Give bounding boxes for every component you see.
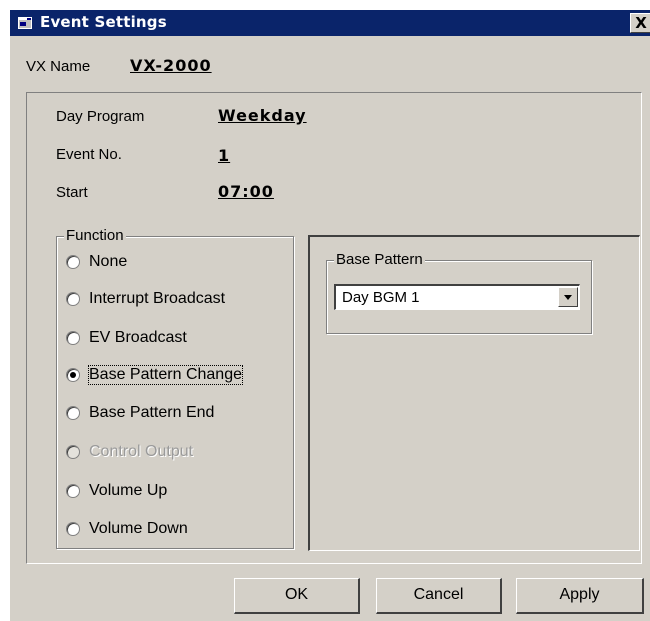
dropdown-button[interactable] bbox=[558, 287, 578, 307]
base-pattern-selected-value: Day BGM 1 bbox=[342, 289, 420, 306]
function-option[interactable]: Volume Down bbox=[66, 517, 188, 541]
function-option-label: Volume Down bbox=[89, 520, 188, 537]
function-option[interactable]: None bbox=[66, 250, 127, 274]
function-option-label: Interrupt Broadcast bbox=[89, 290, 226, 307]
function-option-label: EV Broadcast bbox=[89, 329, 187, 346]
event-no-value: 1 bbox=[218, 146, 231, 165]
day-program-value: Weekday bbox=[218, 106, 307, 125]
function-option[interactable]: Interrupt Broadcast bbox=[66, 287, 225, 311]
apply-button[interactable]: Apply bbox=[516, 578, 644, 614]
title-bar: Event Settings bbox=[10, 10, 650, 36]
window-title: Event Settings bbox=[40, 13, 167, 31]
function-option: Control Output bbox=[66, 440, 193, 464]
base-pattern-select[interactable]: Day BGM 1 bbox=[334, 284, 580, 310]
window-icon bbox=[18, 16, 32, 29]
radio-icon[interactable] bbox=[66, 406, 80, 420]
ok-button[interactable]: OK bbox=[234, 578, 360, 614]
function-option-label: Control Output bbox=[89, 443, 194, 460]
function-option-label: Volume Up bbox=[89, 482, 168, 499]
base-pattern-group-title: Base Pattern bbox=[334, 251, 425, 268]
event-no-label: Event No. bbox=[56, 146, 122, 163]
radio-icon[interactable] bbox=[66, 522, 80, 536]
function-option[interactable]: Base Pattern Change bbox=[66, 363, 243, 387]
radio-icon[interactable] bbox=[66, 255, 80, 269]
start-label: Start bbox=[56, 184, 88, 201]
start-value: 07:00 bbox=[218, 182, 274, 201]
radio-dot-icon bbox=[70, 372, 76, 378]
function-option-label: Base Pattern Change bbox=[88, 365, 243, 385]
radio-icon bbox=[66, 445, 80, 459]
function-option-label: Base Pattern End bbox=[89, 404, 215, 421]
radio-selected-icon[interactable] bbox=[66, 368, 80, 382]
close-button[interactable]: X bbox=[630, 13, 650, 33]
vx-name-value: VX-2000 bbox=[130, 56, 212, 75]
radio-icon[interactable] bbox=[66, 331, 80, 345]
function-option[interactable]: EV Broadcast bbox=[66, 326, 187, 350]
function-option[interactable]: Base Pattern End bbox=[66, 401, 214, 425]
function-option-label: None bbox=[89, 253, 128, 270]
function-group-title: Function bbox=[64, 227, 126, 244]
cancel-button[interactable]: Cancel bbox=[376, 578, 502, 614]
chevron-down-icon bbox=[564, 295, 572, 300]
radio-icon[interactable] bbox=[66, 484, 80, 498]
day-program-label: Day Program bbox=[56, 108, 145, 125]
radio-icon[interactable] bbox=[66, 292, 80, 306]
function-option[interactable]: Volume Up bbox=[66, 479, 167, 503]
vx-name-label: VX Name bbox=[26, 58, 91, 75]
